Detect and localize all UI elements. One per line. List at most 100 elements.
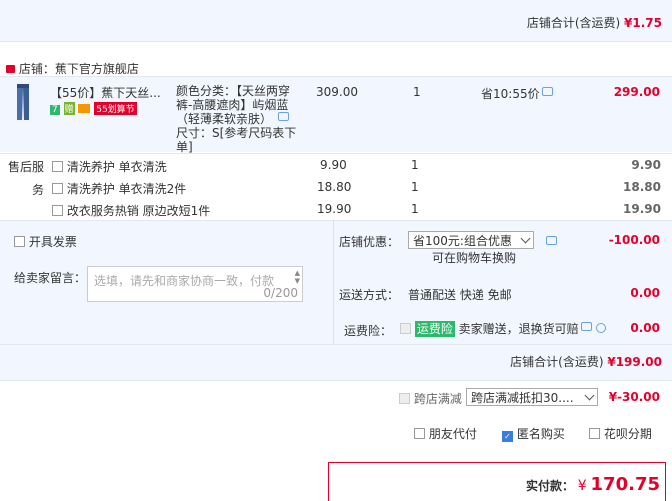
invoice-option[interactable]: 开具发票 (14, 233, 77, 250)
insurance-checkbox (400, 323, 411, 334)
insurance-option: 运费险 卖家赠送，退换货可赔 (400, 320, 606, 337)
message-placeholder: 选填，请先和商家协商一致，付款 (94, 274, 275, 288)
product-saving: 省10:55价 (481, 85, 553, 102)
cross-store-label: 跨店满减 (413, 392, 462, 406)
scroll-arrows-icon[interactable]: ▲ ▼ (295, 269, 300, 285)
payable-currency: ¥ (577, 478, 587, 494)
invoice-checkbox[interactable] (14, 236, 25, 247)
top-total-label: 店铺合计(含运费) (526, 16, 621, 30)
shipping-value: 普通配送 快递 免邮 (408, 288, 512, 302)
cross-store-checkbox[interactable] (399, 393, 410, 404)
friend-pay-label: 朋友代付 (428, 427, 477, 441)
service-name: 清洗养护 单衣清洗 (66, 160, 167, 174)
service-checkbox[interactable] (52, 183, 63, 194)
service-name: 改衣服务热销 原边改短1件 (66, 204, 211, 218)
saving-text: 省10:55价 (481, 87, 540, 101)
anonymous-label: 匿名购买 (516, 427, 565, 441)
anonymous-checkbox[interactable]: ✓ (502, 431, 513, 442)
chat-icon[interactable] (546, 236, 557, 245)
huabei-checkbox[interactable] (589, 428, 600, 439)
service-total: 18.80 (623, 180, 661, 194)
service-checkbox[interactable] (52, 205, 63, 216)
chat-icon[interactable] (580, 322, 592, 331)
service-item[interactable]: 改衣服务热销 原边改短1件 (52, 202, 210, 219)
size-text: 尺寸：S[参考尺码表下单] (176, 126, 297, 154)
invoice-label: 开具发票 (28, 235, 77, 249)
shop-header: 店铺：蕉下官方旗舰店 (6, 60, 139, 77)
service-total: 9.90 (631, 158, 661, 172)
tmall-icon (6, 65, 15, 73)
shipping-amount: 0.00 (630, 286, 660, 300)
pants-image-icon (17, 84, 29, 120)
payable-label: 实付款： (525, 479, 574, 493)
badge-card-icon (78, 104, 91, 113)
chevron-down-icon (520, 233, 531, 244)
store-total-label: 店铺合计(含运费) (510, 355, 604, 369)
insurance-amount: 0.00 (630, 321, 660, 335)
store-total: 店铺合计(含运费) ¥199.00 (510, 353, 662, 370)
service-qty: 1 (411, 180, 419, 194)
badge-sale: 55划算节 (94, 102, 137, 115)
top-total: 店铺合计(含运费) ¥1.75 (527, 14, 662, 31)
service-price: 9.90 (320, 158, 347, 172)
product-thumbnail[interactable] (14, 84, 32, 120)
cross-store-selected: 跨店满减抵扣30.... (471, 391, 574, 405)
discount-label: 店铺优惠： (339, 235, 400, 249)
service-total: 19.90 (623, 202, 661, 216)
discount-selected: 省100元:组合优惠 (413, 234, 512, 248)
cross-store-select[interactable]: 跨店满减抵扣30.... (466, 388, 598, 406)
product-badges: 7 赠 55划算节 (50, 101, 137, 115)
spec-text: 颜色分类：【天丝两穿裤-高腰遮肉】屿烟蓝（轻薄柔软亲肤） (176, 84, 291, 126)
store-total-amount: ¥199.00 (607, 355, 662, 369)
friend-pay-checkbox[interactable] (414, 428, 425, 439)
service-price: 18.80 (317, 180, 352, 194)
discount-select[interactable]: 省100元:组合优惠 (408, 231, 534, 249)
service-price: 19.90 (317, 202, 352, 216)
discount-amount: -100.00 (608, 233, 660, 247)
huabei-option[interactable]: 花呗分期 (589, 425, 652, 442)
message-label: 给卖家留言： (14, 271, 87, 285)
spec-edit-icon[interactable] (277, 112, 289, 121)
service-label: 售后服 (8, 160, 45, 174)
product-price: 309.00 (316, 85, 358, 99)
payable: 实付款： ¥ 170.75 (526, 474, 660, 495)
divider (0, 344, 672, 345)
divider (0, 153, 672, 154)
discount-hint[interactable]: 可在购物车换购 (432, 249, 516, 266)
service-item[interactable]: 清洗养护 单衣清洗 (52, 158, 167, 175)
service-qty: 1 (411, 202, 419, 216)
service-item[interactable]: 清洗养护 单衣清洗2件 (52, 180, 186, 197)
service-checkbox[interactable] (52, 161, 63, 172)
vertical-divider (333, 220, 334, 344)
service-qty: 1 (411, 158, 419, 172)
divider (0, 41, 672, 42)
top-total-amount: ¥1.75 (624, 16, 662, 30)
cross-store-amount: ¥-30.00 (608, 390, 660, 404)
payable-amount: 170.75 (590, 474, 660, 495)
service-label-2: 务 (32, 183, 45, 197)
help-icon[interactable] (595, 323, 606, 333)
product-qty: 1 (413, 85, 421, 99)
product-spec: 颜色分类：【天丝两穿裤-高腰遮肉】屿烟蓝（轻薄柔软亲肤） 尺寸：S[参考尺码表下… (176, 84, 306, 154)
divider (0, 76, 672, 77)
product-total: 299.00 (613, 85, 660, 99)
insurance-desc: 卖家赠送，退换货可赔 (458, 322, 579, 336)
product-title[interactable]: 【55价】蕉下天丝... (50, 84, 168, 101)
cross-store-option[interactable]: 跨店满减 (399, 390, 462, 407)
shipping-label: 运送方式： (339, 288, 400, 302)
service-name: 清洗养护 单衣清洗2件 (66, 182, 187, 196)
huabei-label: 花呗分期 (603, 427, 652, 441)
message-textarea[interactable]: 选填，请先和商家协商一致，付款 0/200 ▲ ▼ (87, 266, 303, 302)
anonymous-option[interactable]: ✓ 匿名购买 (502, 425, 565, 442)
chat-icon[interactable] (541, 87, 553, 96)
insurance-label: 运费险： (344, 324, 393, 338)
divider (0, 380, 672, 381)
insurance-tag: 运费险 (414, 321, 455, 337)
shop-name[interactable]: 店铺：蕉下官方旗舰店 (19, 62, 139, 76)
badge-7: 7 (50, 105, 60, 115)
badge-gift: 赠 (63, 102, 75, 115)
friend-pay-option[interactable]: 朋友代付 (414, 425, 477, 442)
message-counter: 0/200 (263, 286, 298, 300)
divider (0, 220, 672, 221)
chevron-down-icon (584, 390, 595, 401)
